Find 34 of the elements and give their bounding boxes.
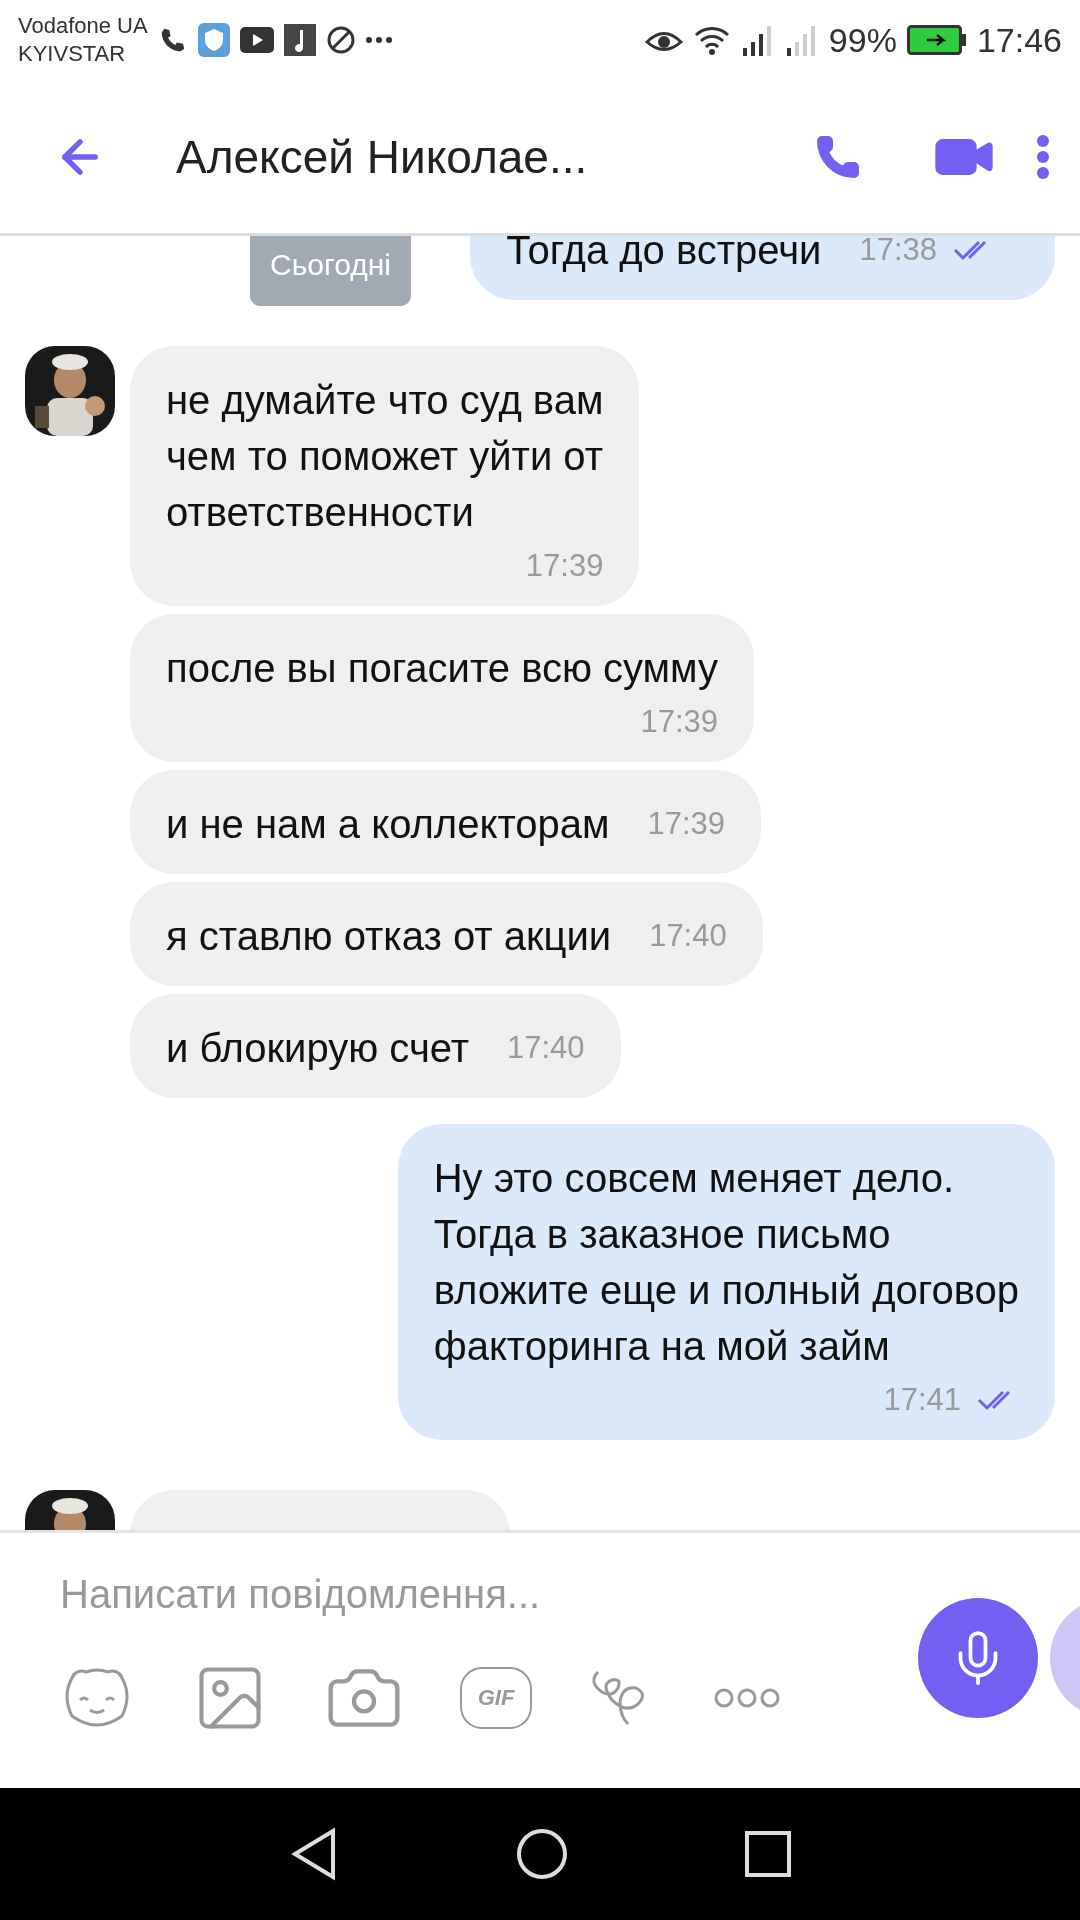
battery-icon: [906, 25, 967, 55]
message-time: 17:38: [859, 236, 937, 268]
message-text: Ну это совсем меняет дело. Тогда в заказное письмо вложите еще и полный договор факторинга на мой займ: [433, 1156, 1019, 1368]
message-text: Тогда до встречи: [506, 236, 822, 274]
contact-name: Алексей Николае...: [176, 129, 589, 184]
message-text: после вы погасите всю сумму: [166, 646, 719, 690]
message-text: не думайте что суд вам чем то поможет уйти от ответственности: [166, 378, 604, 534]
message-input[interactable]: Написати повідомлення...: [58, 1571, 762, 1618]
message-text: и не нам а коллекторам: [166, 801, 610, 848]
date-label: Сьогодні: [250, 236, 412, 306]
play-icon: [239, 27, 274, 53]
message-text: я ставлю отказ от акции: [166, 913, 612, 960]
carrier-name: KYIVSTAR: [18, 40, 127, 68]
wifi-icon: [692, 24, 731, 56]
carrier-name: Vodafone UA: [18, 12, 148, 40]
clock-time: 17:46: [976, 20, 1062, 60]
message-time: 17:39: [640, 704, 719, 740]
message-text: и блокирую счет: [166, 1025, 469, 1072]
music-note-icon: [283, 24, 316, 56]
message-time: 17:39: [525, 548, 604, 584]
recents-icon[interactable]: [745, 1831, 792, 1877]
message-time: 17:39: [647, 806, 726, 842]
more-options-button[interactable]: [1036, 133, 1050, 180]
more-icon: [365, 37, 392, 43]
message-time: 17:40: [507, 1030, 585, 1066]
kebab-menu-icon: [1036, 133, 1050, 180]
message-time: 17:40: [649, 918, 727, 954]
battery-percent: 99%: [828, 20, 897, 60]
message-time: 17:41: [883, 1382, 961, 1418]
gif-button[interactable]: GIF: [460, 1667, 532, 1729]
home-icon[interactable]: [516, 1828, 568, 1880]
blocked-icon: [325, 25, 356, 55]
shield-icon: [197, 23, 230, 57]
more-button[interactable]: [714, 1688, 780, 1708]
